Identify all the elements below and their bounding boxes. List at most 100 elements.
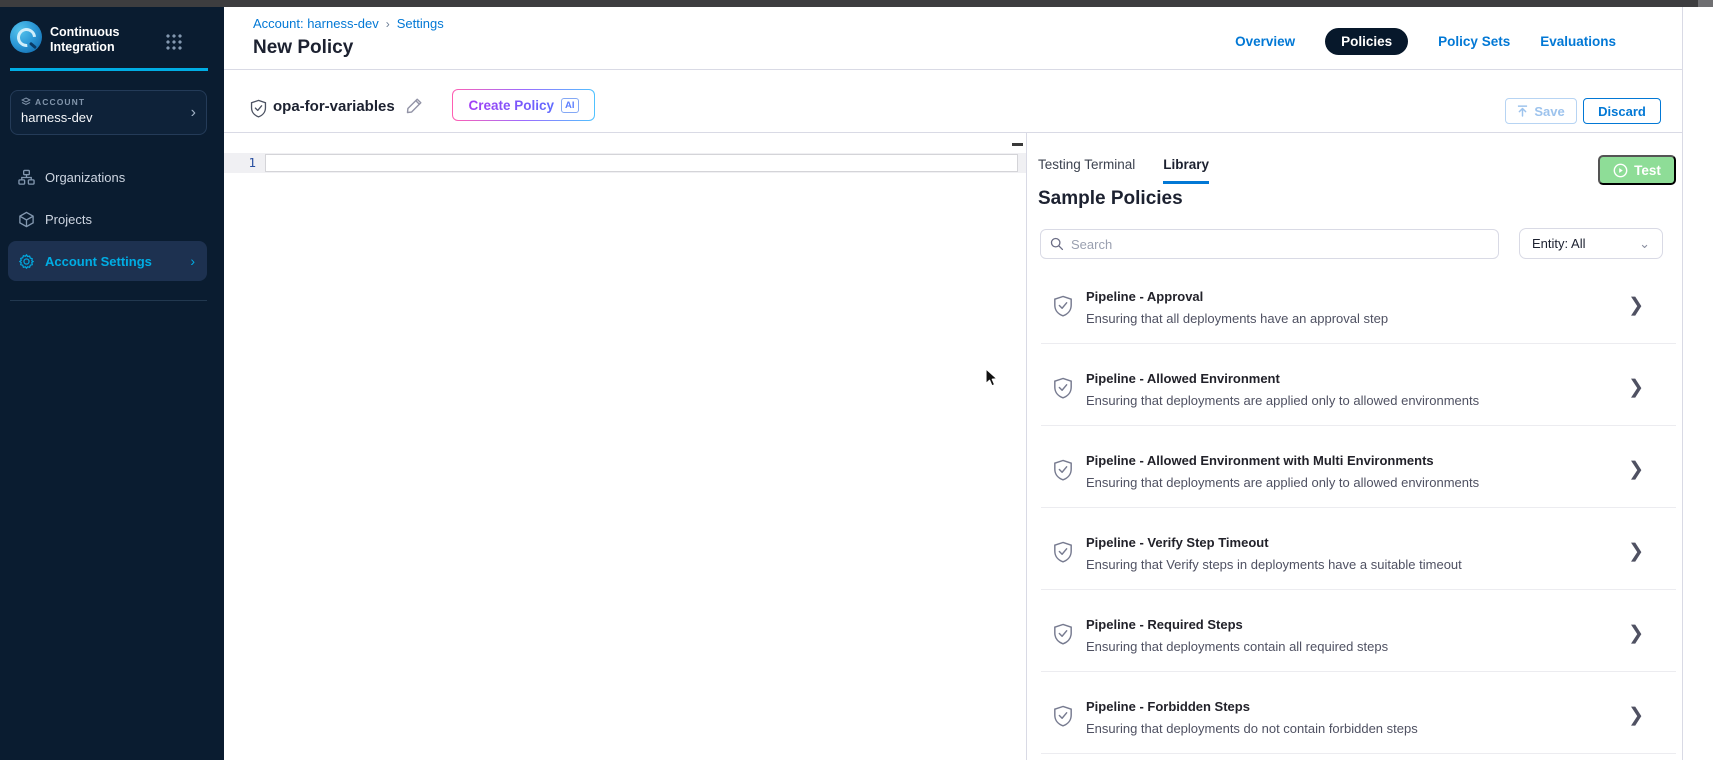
policy-description: Ensuring that deployments are applied on… [1086, 475, 1606, 490]
library-panel: Testing Terminal Library Test Sample Pol… [1027, 133, 1682, 760]
code-editor[interactable]: 1 [224, 133, 1026, 760]
app-window: Continuous Integration ACCOUNT harness-d… [0, 0, 1713, 760]
policy-list-item[interactable]: Pipeline - Allowed Environment Ensuring … [1041, 344, 1676, 426]
policy-list-item[interactable]: Pipeline - Forbidden Steps Ensuring that… [1041, 672, 1676, 754]
editor-line-number: 1 [232, 155, 256, 170]
breadcrumb-settings-link[interactable]: Settings [397, 16, 444, 31]
search-box[interactable] [1040, 229, 1499, 259]
tab-testing-terminal[interactable]: Testing Terminal [1038, 157, 1135, 184]
editor-current-line[interactable] [265, 154, 1018, 172]
cube-icon [18, 211, 35, 228]
policy-description: Ensuring that deployments are applied on… [1086, 393, 1606, 408]
discard-label: Discard [1598, 104, 1646, 119]
policy-shield-icon [1053, 705, 1073, 727]
sidebar-item-projects[interactable]: Projects [8, 199, 207, 239]
discard-button[interactable]: Discard [1583, 98, 1661, 124]
page-title: New Policy [253, 37, 353, 59]
chevron-down-icon: ⌄ [1639, 236, 1650, 252]
sidebar: Continuous Integration ACCOUNT harness-d… [0, 7, 224, 760]
test-label: Test [1634, 163, 1661, 178]
window-scrollbar-notch [1698, 0, 1713, 7]
policy-name: opa-for-variables [273, 98, 395, 115]
mouse-cursor [985, 368, 998, 387]
policy-description: Ensuring that all deployments have an ap… [1086, 311, 1606, 326]
header-divider [224, 69, 1682, 70]
harness-ci-logo[interactable] [10, 21, 42, 53]
tab-library[interactable]: Library [1163, 157, 1209, 184]
tab-overview[interactable]: Overview [1235, 34, 1295, 49]
panel-tabs: Testing Terminal Library [1038, 157, 1209, 184]
policy-list-item[interactable]: Pipeline - Verify Step Timeout Ensuring … [1041, 508, 1676, 590]
entity-filter-select[interactable]: Entity: All ⌄ [1519, 228, 1663, 259]
play-circle-icon [1613, 163, 1628, 178]
policy-shield-icon [1053, 541, 1073, 563]
account-label: ACCOUNT [35, 97, 85, 107]
policy-description: Ensuring that deployments contain all re… [1086, 639, 1606, 654]
edit-pencil-icon[interactable] [405, 97, 423, 115]
policy-description: Ensuring that deployments do not contain… [1086, 721, 1606, 736]
chevron-right-icon: ❯ [1628, 458, 1644, 481]
policy-title: Pipeline - Allowed Environment with Mult… [1086, 453, 1606, 468]
sidebar-divider [10, 300, 207, 301]
policy-title: Pipeline - Verify Step Timeout [1086, 535, 1606, 550]
upload-icon [1517, 105, 1528, 117]
policy-texts: Pipeline - Allowed Environment Ensuring … [1086, 371, 1606, 408]
policy-list-item[interactable]: Pipeline - Required Steps Ensuring that … [1041, 590, 1676, 672]
product-name-line2: Integration [50, 40, 160, 55]
sidebar-item-label: Account Settings [45, 254, 152, 269]
sidebar-item-label: Projects [45, 212, 92, 227]
account-name: harness-dev [21, 110, 196, 125]
policy-title: Pipeline - Approval [1086, 289, 1606, 304]
policy-texts: Pipeline - Verify Step Timeout Ensuring … [1086, 535, 1606, 572]
policy-shield-icon [1053, 295, 1073, 317]
minimap-line-marker [1012, 143, 1023, 146]
sidebar-item-account-settings[interactable]: Account Settings › [8, 241, 207, 281]
policy-shield-icon [1053, 459, 1073, 481]
header-tabs: Overview Policies Policy Sets Evaluation… [1235, 28, 1616, 55]
sidebar-item-organizations[interactable]: Organizations [8, 157, 207, 197]
account-chevron-icon[interactable]: › [191, 104, 196, 122]
chevron-right-icon: ❯ [1628, 376, 1644, 399]
account-label-row: ACCOUNT [21, 97, 196, 107]
window-top-strip [0, 0, 1713, 7]
policy-title: Pipeline - Allowed Environment [1086, 371, 1606, 386]
sample-policies-heading: Sample Policies [1038, 188, 1183, 210]
save-button[interactable]: Save [1505, 98, 1577, 124]
tab-policies[interactable]: Policies [1325, 28, 1408, 55]
create-policy-button[interactable]: Create Policy AI [452, 89, 595, 121]
product-name: Continuous Integration [50, 25, 160, 55]
policy-list-item[interactable]: Pipeline - Allowed Environment with Mult… [1041, 426, 1676, 508]
sidebar-item-chevron-icon: › [190, 253, 195, 269]
ai-badge: AI [561, 98, 579, 113]
policy-texts: Pipeline - Required Steps Ensuring that … [1086, 617, 1606, 654]
search-input[interactable] [1071, 237, 1489, 252]
account-stack-icon [21, 97, 31, 107]
account-selector[interactable]: ACCOUNT harness-dev › [10, 90, 207, 135]
policy-description: Ensuring that Verify steps in deployment… [1086, 557, 1606, 572]
sidebar-nav: Organizations Projects Account Settings … [8, 157, 207, 283]
tab-evaluations[interactable]: Evaluations [1540, 34, 1616, 49]
chevron-right-icon: ❯ [1628, 622, 1644, 645]
policy-texts: Pipeline - Approval Ensuring that all de… [1086, 289, 1606, 326]
create-policy-label: Create Policy [468, 98, 554, 113]
policy-title: Pipeline - Forbidden Steps [1086, 699, 1606, 714]
test-button[interactable]: Test [1598, 155, 1676, 185]
policy-texts: Pipeline - Allowed Environment with Mult… [1086, 453, 1606, 490]
policy-title: Pipeline - Required Steps [1086, 617, 1606, 632]
org-chart-icon [18, 169, 35, 186]
policy-list-item[interactable]: Pipeline - Approval Ensuring that all de… [1041, 262, 1676, 344]
module-grid-icon[interactable] [165, 33, 182, 50]
breadcrumb: Account: harness-dev › Settings [253, 16, 444, 31]
search-icon [1050, 237, 1064, 251]
main-content: Account: harness-dev › Settings New Poli… [224, 7, 1713, 760]
breadcrumb-account-link[interactable]: Account: harness-dev [253, 16, 379, 31]
chevron-right-icon: ❯ [1628, 294, 1644, 317]
policy-texts: Pipeline - Forbidden Steps Ensuring that… [1086, 699, 1606, 736]
breadcrumb-separator-icon: › [386, 17, 390, 31]
tab-policy-sets[interactable]: Policy Sets [1438, 34, 1510, 49]
sidebar-accent-bar [10, 68, 208, 71]
gear-icon [18, 253, 35, 270]
sidebar-item-label: Organizations [45, 170, 125, 185]
sample-policy-list: Pipeline - Approval Ensuring that all de… [1041, 262, 1676, 754]
policy-shield-icon [1053, 623, 1073, 645]
